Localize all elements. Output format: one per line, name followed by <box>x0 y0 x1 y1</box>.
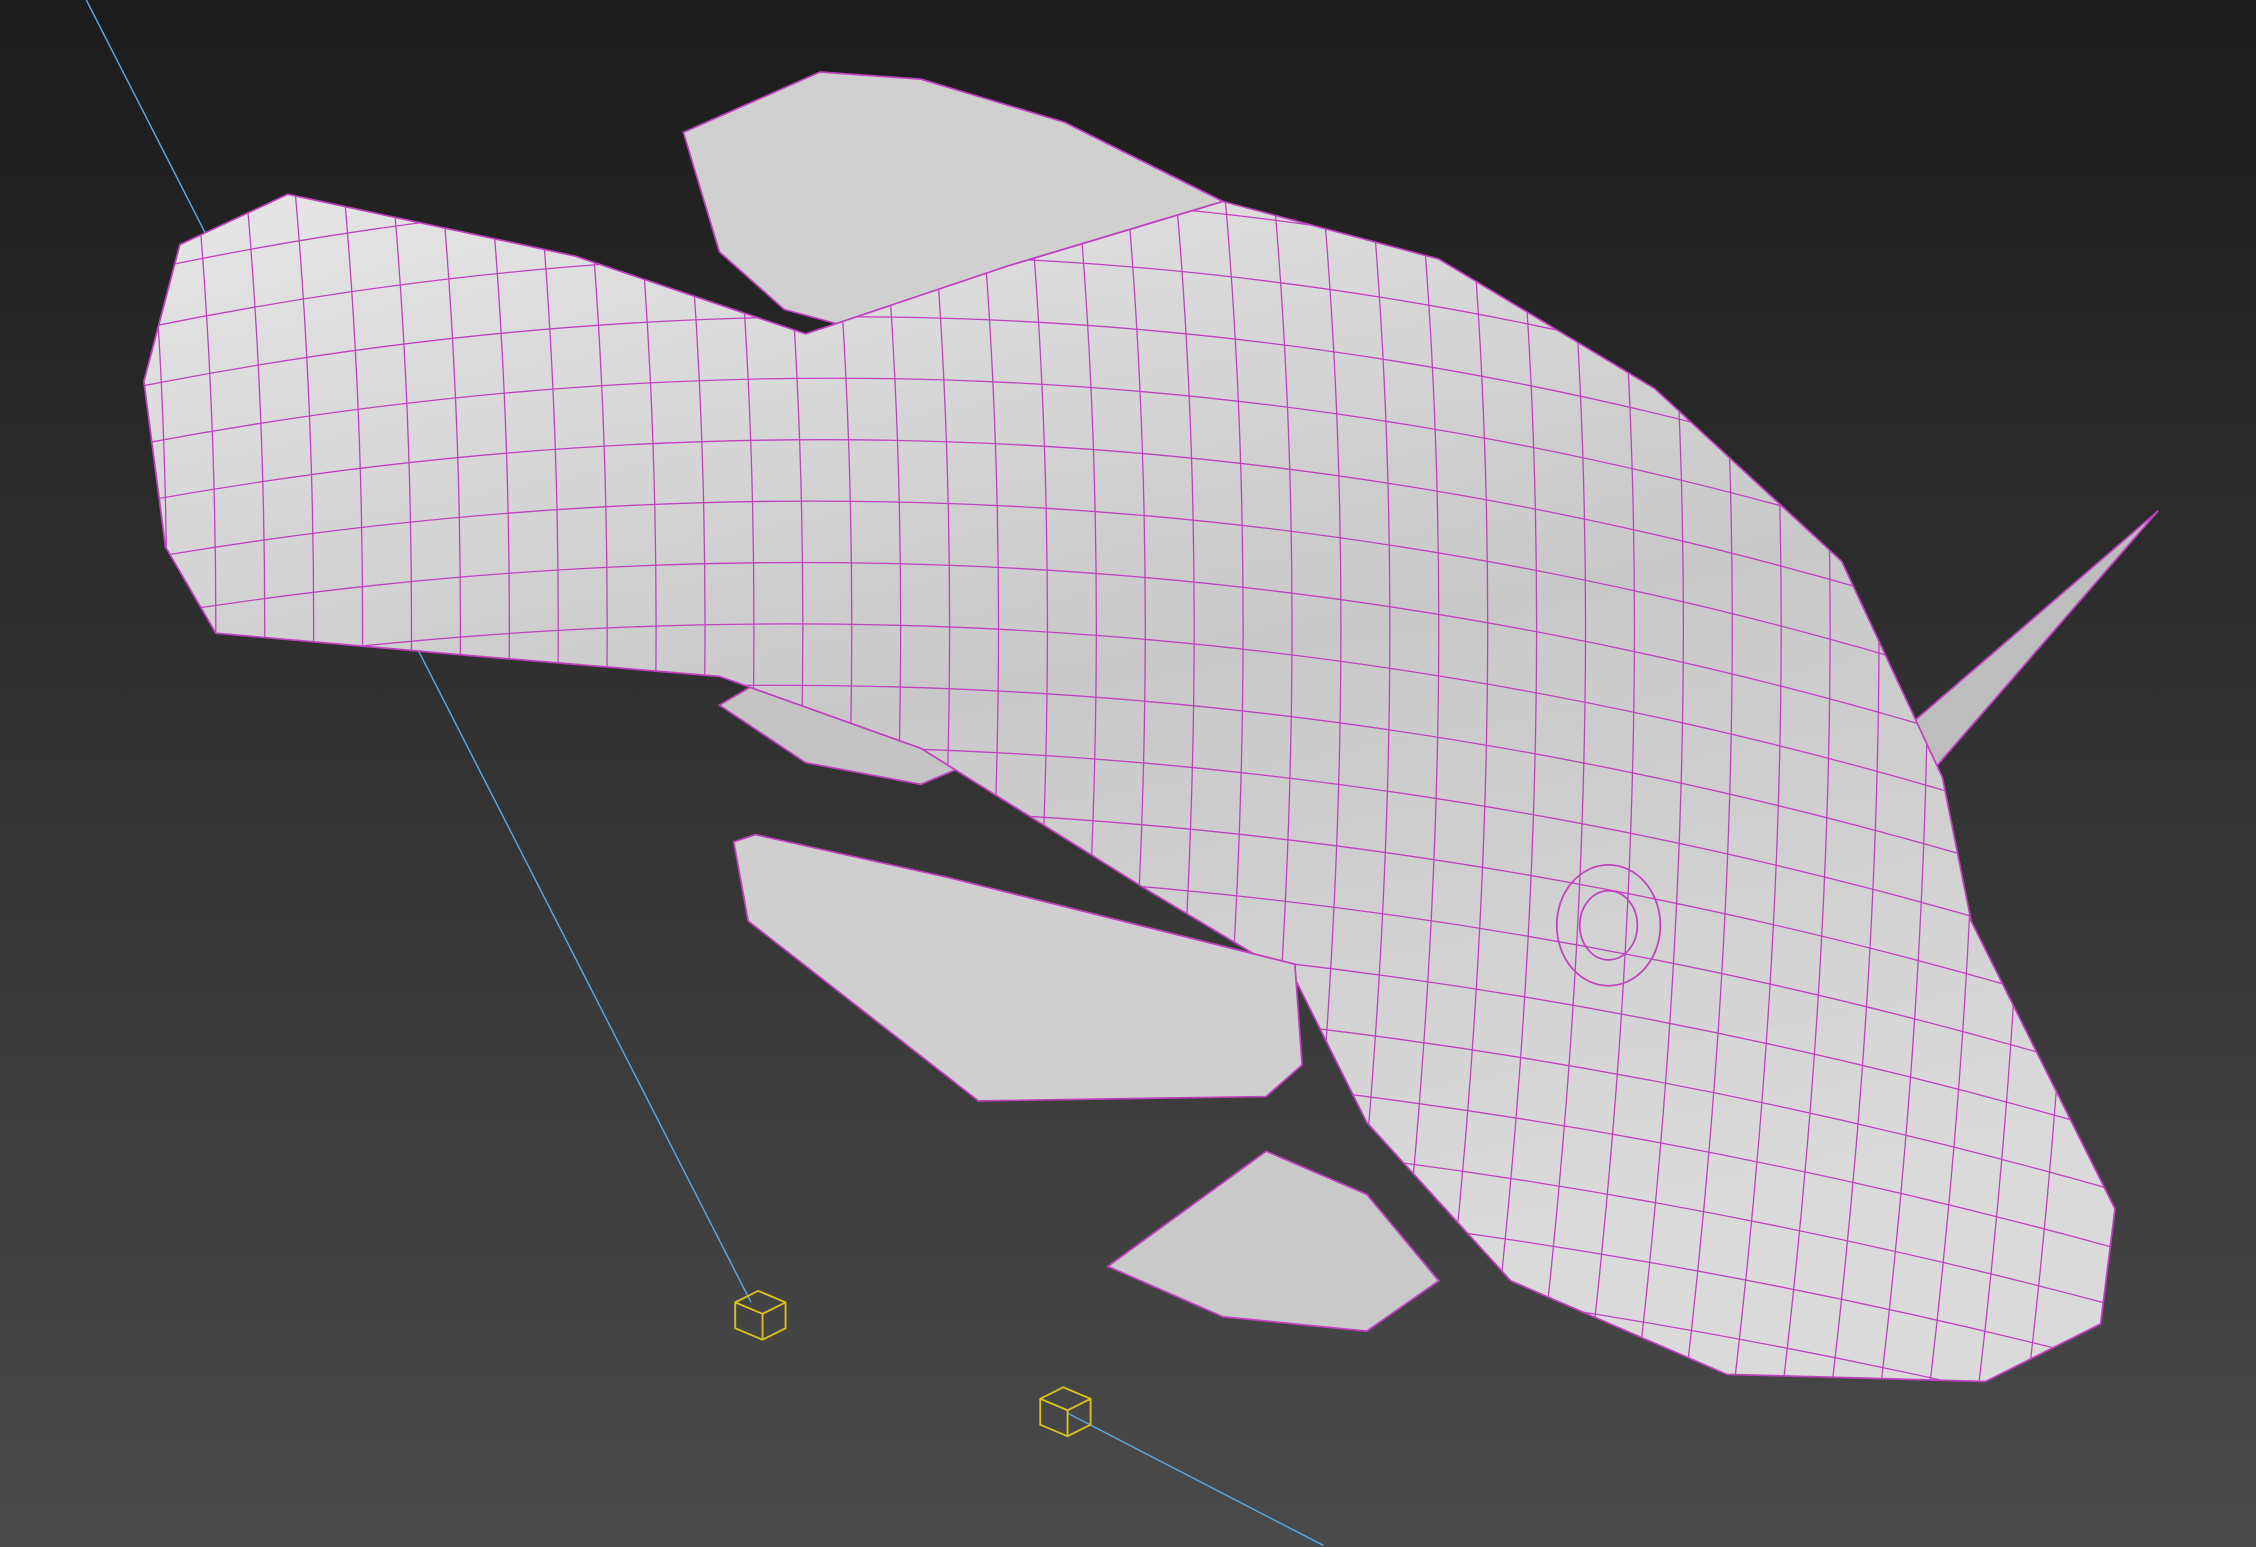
3d-viewport[interactable] <box>0 0 2256 1547</box>
